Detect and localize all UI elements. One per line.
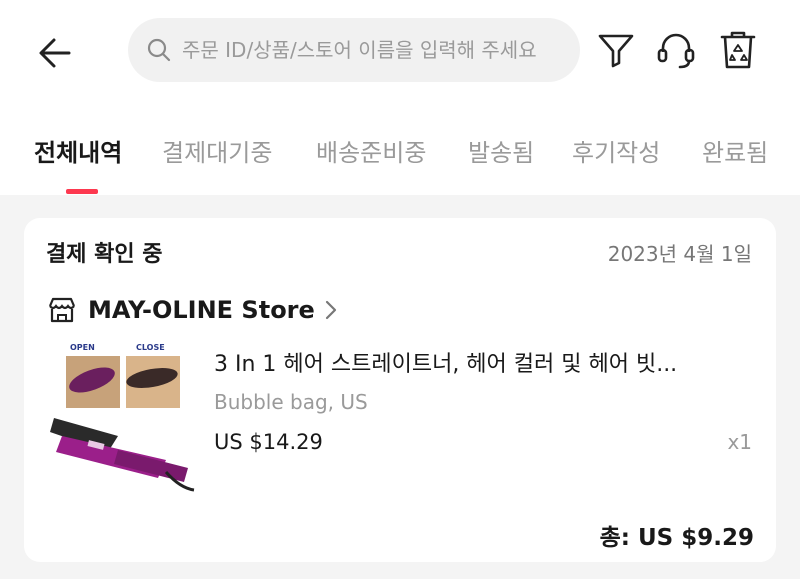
close-label: CLOSE <box>136 343 165 352</box>
hair-straightener-image: OPEN CLOSE <box>48 340 196 494</box>
search-input[interactable] <box>180 37 580 63</box>
delete-orders-button[interactable] <box>716 28 760 72</box>
tab-awaiting-payment[interactable]: 결제대기중 <box>162 133 272 168</box>
top-bar <box>0 0 800 105</box>
order-total: 총: US $9.29 <box>599 525 754 551</box>
search-bar[interactable] <box>128 18 580 82</box>
tab-shipped[interactable]: 발송됨 <box>468 133 534 168</box>
order-status-tabs: 전체내역 결제대기중 배송준비중 발송됨 후기작성 완료됨 <box>0 105 800 195</box>
product-quantity: x1 <box>727 430 752 454</box>
tab-all[interactable]: 전체내역 <box>34 133 122 168</box>
tab-preparing-shipment[interactable]: 배송준비중 <box>316 133 426 168</box>
recycle-bin-icon <box>720 31 756 69</box>
filter-button[interactable] <box>594 28 638 72</box>
filter-icon <box>598 34 634 68</box>
headset-icon <box>657 33 695 69</box>
product-image[interactable]: OPEN CLOSE <box>48 340 196 494</box>
chevron-right-icon <box>325 300 336 320</box>
order-status: 결제 확인 중 <box>46 242 163 267</box>
back-arrow-icon <box>39 38 71 68</box>
search-icon <box>147 38 171 62</box>
tab-completed[interactable]: 완료됨 <box>702 133 768 168</box>
product-name[interactable]: 3 In 1 헤어 스트레이트너, 헤어 컬러 및 헤어 빗... <box>214 346 754 378</box>
order-date: 2023년 4월 1일 <box>607 242 752 266</box>
active-tab-indicator <box>66 189 98 194</box>
store-icon <box>48 297 76 323</box>
open-label: OPEN <box>70 343 95 352</box>
store-link[interactable]: MAY-OLINE Store <box>46 290 339 330</box>
order-card[interactable]: 결제 확인 중 2023년 4월 1일 MAY-OLINE Store OPEN… <box>24 218 776 562</box>
tab-write-review[interactable]: 후기작성 <box>572 133 660 168</box>
product-price: US $14.29 <box>214 430 323 454</box>
customer-support-button[interactable] <box>654 28 698 72</box>
back-button[interactable] <box>30 28 80 78</box>
store-name: MAY-OLINE Store <box>88 296 315 324</box>
product-variant: Bubble bag, US <box>214 390 368 414</box>
